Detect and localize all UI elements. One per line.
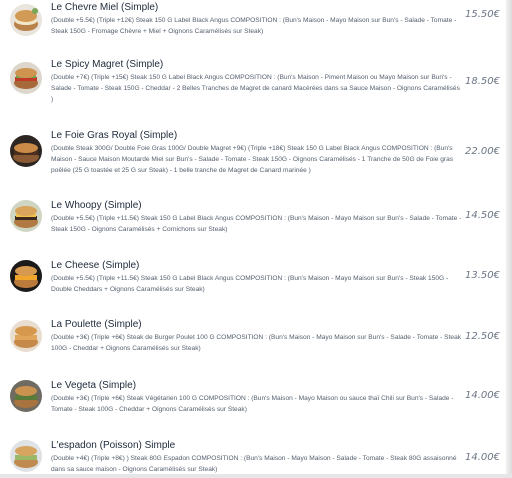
item-price: 14.50€: [465, 210, 500, 221]
item-price: 14.00€: [465, 452, 500, 463]
item-name: Le Vegeta (Simple): [51, 380, 137, 391]
item-name: Le Whoopy (Simple): [51, 200, 142, 211]
item-description: (Double Steak 300G/ Double Foie Gras 100…: [51, 145, 454, 174]
item-name: La Poulette (Simple): [51, 319, 142, 330]
item-description: (Double +5.5€) (Triple +11.5€) Steak 150…: [51, 215, 462, 233]
dish-photo: [10, 380, 42, 412]
item-description: (Double +5.5€) (Triple +12€) Steak 150 G…: [51, 17, 457, 35]
dish-photo: [10, 320, 42, 352]
item-price: 22.00€: [465, 146, 500, 157]
dish-photo: [10, 440, 42, 472]
dish-photo: [10, 4, 42, 36]
dish-photo: [10, 200, 42, 232]
item-price: 14.00€: [465, 390, 500, 401]
dish-photo: [10, 62, 42, 94]
item-price: 18.50€: [465, 76, 500, 87]
item-name: Le Spicy Magret (Simple): [51, 59, 164, 70]
item-price: 13.50€: [465, 270, 500, 281]
bottom-bar: [0, 474, 512, 478]
scrollbar-edge[interactable]: [506, 0, 512, 478]
menu-list: Le Chevre Miel (Simple) (Double +5.5€) (…: [0, 0, 512, 478]
item-name: Le Chevre Miel (Simple): [51, 2, 159, 13]
item-description: (Double +3€) (Triple +6€) Steak Végétari…: [51, 395, 454, 413]
item-name: L'espadon (Poisson) Simple: [51, 440, 176, 451]
item-name: Le Foie Gras Royal (Simple): [51, 130, 178, 141]
item-description: (Double +3€) (Triple +6€) Steak de Burge…: [51, 334, 462, 352]
dish-photo: [10, 135, 42, 167]
item-name: Le Cheese (Simple): [51, 260, 140, 271]
item-description: (Double +5.5€) (Triple +11.5€) Steak 150…: [51, 275, 449, 293]
item-price: 15.50€: [465, 9, 500, 20]
item-description: (Double +4€) (Triple +8€) ) Steak 80G Es…: [51, 455, 457, 473]
dish-photo: [10, 260, 42, 292]
item-description: (Double +7€) (Triple +15€) Steak 150 G L…: [51, 74, 460, 103]
item-price: 12.50€: [465, 331, 500, 342]
